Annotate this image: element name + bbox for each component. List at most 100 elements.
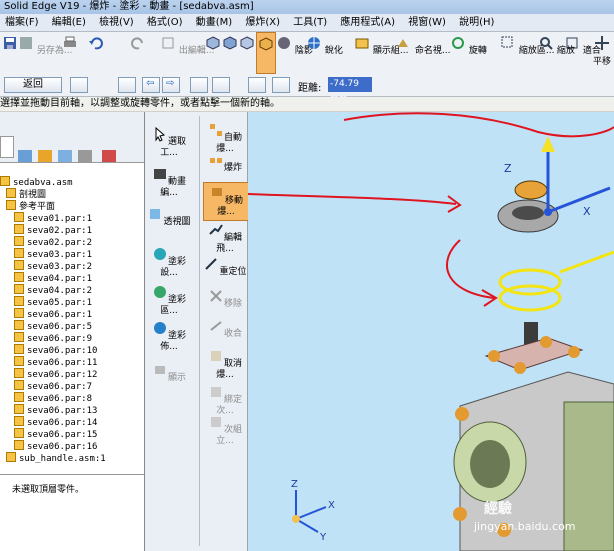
tab-sensors[interactable] <box>78 150 92 162</box>
model-axis-z-label: Z <box>504 162 512 175</box>
edit-flight-button[interactable]: 編輯飛... <box>203 222 247 255</box>
part-icon <box>14 260 24 270</box>
tab-parts-library[interactable] <box>38 150 52 162</box>
bonnet-plate[interactable] <box>484 337 584 371</box>
menu-edit[interactable]: 編輯(E) <box>47 14 91 31</box>
menu-help[interactable]: 說明(H) <box>454 14 499 31</box>
menu-view[interactable]: 檢視(V) <box>94 14 139 31</box>
explode-button[interactable]: 爆炸 <box>203 152 247 174</box>
show-group-icon <box>355 38 369 49</box>
name-group-label: 命名視... <box>414 46 451 56</box>
axis-select-button[interactable] <box>70 77 88 93</box>
tree-item-label: seva06.par:8 <box>27 394 93 404</box>
back-button[interactable]: 返回 <box>4 77 62 93</box>
tree-item-label: seva06.par:7 <box>27 382 93 392</box>
arrow-left-button[interactable]: ⇦ <box>142 77 160 93</box>
part-icon <box>14 368 24 378</box>
perspective-button[interactable]: 透視圖 <box>147 206 191 228</box>
name-group-button[interactable]: 命名視... <box>396 34 450 57</box>
bind-next-button[interactable]: 綁定次... <box>203 384 247 417</box>
display-button[interactable]: 顯示 <box>147 362 191 384</box>
assembly-model[interactable]: Z X Z X Y <box>248 112 614 551</box>
tree-item-label: seva06.par:5 <box>27 322 93 332</box>
move-mode-button[interactable] <box>272 77 290 93</box>
tab-pathfinder[interactable] <box>0 136 14 158</box>
select-tool-button[interactable]: 選取工... <box>147 126 191 159</box>
color-make-button[interactable]: 塗彩佈... <box>147 320 191 353</box>
assembly-icon <box>0 176 10 186</box>
menu-animation[interactable]: 動畫(M) <box>191 14 237 31</box>
ribbon-divider <box>199 116 200 546</box>
remove-button[interactable]: 移除 <box>203 288 247 310</box>
collapse-label: 收合 <box>223 329 242 339</box>
triad-origin <box>544 208 552 216</box>
tree-item-label: seva05.par:1 <box>27 298 93 308</box>
menu-tools[interactable]: 工具(T) <box>288 14 332 31</box>
model-axis-x-label: X <box>583 205 591 218</box>
next-level-button[interactable]: 次組立... <box>203 414 247 447</box>
window-title: Solid Edge V19 - 爆炸 - 塗彩 - 動畫 - [sedabva… <box>0 0 614 14</box>
reposition-button[interactable]: 重定位 <box>203 256 247 278</box>
menu-file[interactable]: 檔案(F) <box>0 14 44 31</box>
reposition-axis-button[interactable] <box>248 77 266 93</box>
arrow-right-icon: ⇨ <box>166 78 175 89</box>
print-button[interactable] <box>62 34 78 57</box>
undo-button[interactable] <box>88 34 104 57</box>
name-view-icon <box>398 39 408 47</box>
view-iso-button[interactable] <box>256 32 276 74</box>
view-front-button[interactable] <box>205 34 221 57</box>
distance-input[interactable]: -74.79 mm <box>328 77 372 104</box>
arrow-right-button[interactable]: ⇨ <box>162 77 180 93</box>
bolt <box>514 362 526 374</box>
move-along-axis-button[interactable] <box>190 77 208 93</box>
redo-icon <box>131 37 143 50</box>
tab-help[interactable] <box>102 150 116 162</box>
sharpen-button[interactable]: 銳化 <box>306 34 343 57</box>
move-explode-button[interactable]: 移動爆... <box>203 182 249 221</box>
menu-explode[interactable]: 爆炸(X) <box>240 14 285 31</box>
view-right-button[interactable] <box>239 34 255 57</box>
tree-item-label: seva03.par:2 <box>27 262 93 272</box>
explode-label: 爆炸 <box>223 163 242 173</box>
redo-button[interactable] <box>130 34 146 57</box>
save-button[interactable] <box>2 34 18 57</box>
pan-icon <box>595 36 609 50</box>
collapse-icon <box>210 321 222 331</box>
bind-icon <box>210 387 221 397</box>
handle-nut[interactable] <box>514 180 548 200</box>
rotate-button[interactable]: 旋轉 <box>450 34 487 57</box>
tree-item-label: seva06.par:16 <box>27 442 98 452</box>
tab-layers[interactable] <box>18 150 32 162</box>
bolt <box>453 507 467 521</box>
menu-format[interactable]: 格式(O) <box>142 14 188 31</box>
part-icon <box>14 392 24 402</box>
part-icon <box>14 308 24 318</box>
menu-window[interactable]: 視窗(W) <box>403 14 451 31</box>
color-settings-button[interactable]: 塗彩設... <box>147 246 191 279</box>
tab-features[interactable] <box>58 150 72 162</box>
part-icon <box>14 284 24 294</box>
collapse-button[interactable]: 收合 <box>203 318 247 340</box>
tree-item-label: seva06.par:1 <box>27 310 93 320</box>
animation-edit-button[interactable]: 動畫編... <box>147 166 191 199</box>
tree-item-label: 剖視圖 <box>19 190 47 200</box>
tree-item-label: seva04.par:1 <box>27 274 93 284</box>
part-icon <box>14 416 24 426</box>
view-top-button[interactable] <box>222 34 238 57</box>
auto-explode-button[interactable]: 自動爆... <box>203 122 247 155</box>
display-label: 顯示 <box>167 373 186 383</box>
color-zone-button[interactable]: 塗彩區... <box>147 284 191 317</box>
menu-applications[interactable]: 應用程式(A) <box>335 14 400 31</box>
rotate-about-axis-button[interactable] <box>212 77 230 93</box>
tree-item-label: seva06.par:13 <box>27 406 98 416</box>
csys-origin <box>292 515 300 523</box>
unexplode-button[interactable]: 取消爆... <box>203 348 247 381</box>
tree-item[interactable]: sub_handle.asm:1 <box>6 452 106 465</box>
triad-x-axis[interactable] <box>547 186 611 214</box>
save-icon <box>4 37 16 49</box>
axis-toggle-button[interactable] <box>118 77 136 93</box>
display-icon <box>154 366 165 374</box>
3d-viewport[interactable]: Z X Z X Y 經驗 jingyan.baidu.com <box>248 112 614 551</box>
move-part-icon <box>211 188 222 196</box>
pan-button[interactable]: 平移 <box>590 34 614 68</box>
